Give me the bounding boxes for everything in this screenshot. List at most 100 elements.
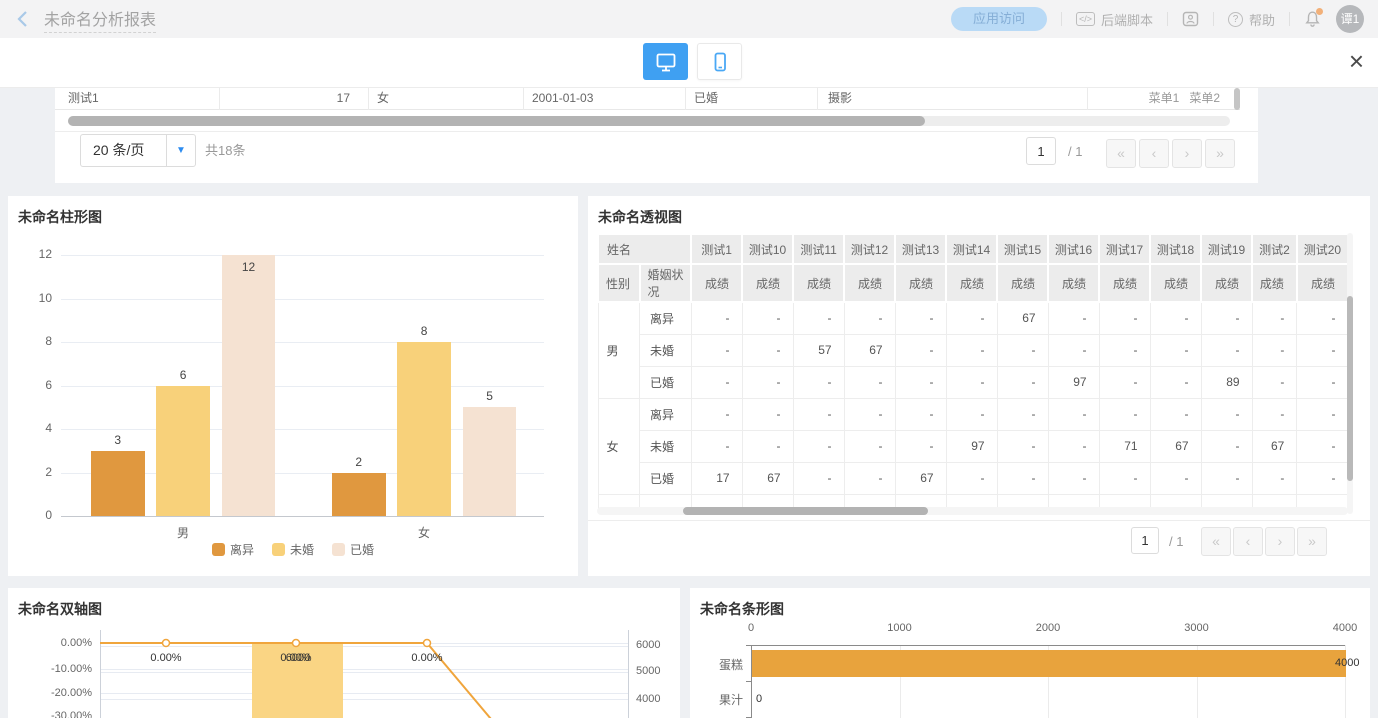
pivot-value-cell: -: [1252, 462, 1297, 494]
bar-value-label: 4000: [1335, 657, 1359, 669]
pivot-column-header: 测试17: [1099, 234, 1150, 264]
page-size-label: 20 条/页: [81, 135, 166, 166]
help-label: 帮助: [1249, 10, 1275, 29]
y-axis-tick-label: 10: [14, 291, 52, 305]
legend-label: 离异: [230, 541, 254, 558]
pivot-value-cell: -: [793, 302, 844, 334]
help-button[interactable]: ? 帮助: [1228, 10, 1275, 29]
pivot-value-cell: -: [946, 462, 997, 494]
pivot-value-cell: -: [742, 366, 793, 398]
page-total-label: / 1: [1169, 534, 1183, 549]
y-axis-tick-label: 2: [14, 465, 52, 479]
mobile-view-button[interactable]: [697, 43, 742, 80]
menu1-link[interactable]: 菜单1: [1149, 88, 1180, 110]
gridline: [61, 386, 544, 387]
pivot-value-cell: -: [895, 302, 946, 334]
divider: [1213, 12, 1214, 26]
vertical-scrollbar-track[interactable]: [1347, 233, 1353, 514]
prev-page-button[interactable]: ‹: [1139, 139, 1169, 168]
bar-未婚-女[interactable]: [397, 342, 451, 516]
pivot-value-cell: -: [1297, 430, 1348, 462]
bar-离异-男[interactable]: [91, 451, 145, 516]
user-avatar[interactable]: 谭1: [1336, 5, 1364, 33]
back-button[interactable]: [14, 9, 30, 29]
legend-item-离异[interactable]: 离异: [212, 541, 254, 558]
app-access-button[interactable]: 应用访问: [951, 7, 1047, 31]
y-axis-tick-label: 4: [14, 421, 52, 435]
horizontal-scrollbar-track[interactable]: [68, 116, 1230, 126]
line-point-label: 0.00%: [411, 652, 442, 664]
line-point-label: 0.00%: [150, 652, 181, 664]
gridline: [61, 342, 544, 343]
table-row[interactable]: 测试1 17 女 2001-01-03 已婚 摄影 菜单1 菜单2: [55, 88, 1240, 110]
pivot-value-cell: 97: [946, 430, 997, 462]
cell-marital-status: 已婚: [686, 88, 818, 110]
notifications-button[interactable]: [1304, 10, 1322, 28]
bar-value-label: 12: [229, 260, 269, 274]
cell-name: 测试1: [55, 88, 220, 110]
bar-已婚-女[interactable]: [463, 407, 517, 516]
bar-value-label: 8: [404, 324, 444, 338]
pivot-value-cell: -: [1099, 398, 1150, 430]
bar-value-label: 0: [756, 693, 762, 705]
topbar: 未命名分析报表 应用访问 </> 后端脚本 ? 帮助: [0, 0, 1378, 38]
report-title[interactable]: 未命名分析报表: [44, 6, 156, 33]
cell-gender: 女: [369, 88, 524, 110]
y-axis-tick: [746, 645, 751, 646]
vertical-scrollbar-thumb[interactable]: [1234, 88, 1240, 110]
page-size-select[interactable]: 20 条/页 ▼: [80, 134, 196, 167]
pivot-value-cell: 67: [1252, 430, 1297, 462]
horizontal-scrollbar-thumb[interactable]: [68, 116, 925, 126]
legend-label: 已婚: [350, 541, 374, 558]
last-page-button[interactable]: »: [1297, 527, 1327, 556]
horizontal-scrollbar-track[interactable]: [597, 507, 1348, 515]
bar-value-label: 3: [98, 433, 138, 447]
bar-蛋糕[interactable]: [752, 650, 1346, 677]
pivot-value-cell: -: [691, 398, 742, 430]
legend-item-已婚[interactable]: 已婚: [332, 541, 374, 558]
pivot-value-cell: -: [691, 302, 742, 334]
bar-已婚-男[interactable]: [222, 255, 276, 516]
prev-page-button[interactable]: ‹: [1233, 527, 1263, 556]
pivot-value-cell: -: [1201, 430, 1252, 462]
line-point[interactable]: [163, 640, 170, 647]
vertical-scrollbar-thumb[interactable]: [1347, 296, 1353, 481]
close-preview-button[interactable]: ×: [1349, 48, 1364, 74]
backend-script-button[interactable]: </> 后端脚本: [1076, 10, 1153, 29]
menu2-link[interactable]: 菜单2: [1189, 88, 1220, 110]
pivot-value-cell: -: [1297, 462, 1348, 494]
page-number-input[interactable]: [1026, 137, 1056, 165]
pivot-measure-header: 成绩: [1201, 264, 1252, 302]
x-axis-line: [751, 645, 1345, 646]
bar-离异-女[interactable]: [332, 473, 386, 517]
first-page-button[interactable]: «: [1201, 527, 1231, 556]
horizontal-scrollbar-thumb[interactable]: [683, 507, 928, 515]
page-number-input[interactable]: [1131, 527, 1159, 554]
last-page-button[interactable]: »: [1205, 139, 1235, 168]
legend-swatch: [332, 543, 345, 556]
legend-item-未婚[interactable]: 未婚: [272, 541, 314, 558]
line-point[interactable]: [293, 640, 300, 647]
bar-value-label: 2: [339, 455, 379, 469]
next-page-button[interactable]: ›: [1172, 139, 1202, 168]
x-axis-category: 男: [143, 524, 223, 541]
pivot-column-header: 测试20: [1297, 234, 1348, 264]
pivot-value-cell: -: [997, 462, 1048, 494]
backend-script-label: 后端脚本: [1101, 10, 1153, 29]
pivot-value-cell: -: [1150, 398, 1201, 430]
cell-hobby: 摄影: [818, 88, 1088, 110]
pivot-value-cell: -: [895, 430, 946, 462]
pivot-value-cell: -: [793, 430, 844, 462]
page-total-label: / 1: [1068, 144, 1082, 159]
next-page-button[interactable]: ›: [1265, 527, 1295, 556]
desktop-view-button[interactable]: [643, 43, 688, 80]
bar-未婚-男[interactable]: [156, 386, 210, 517]
line-point[interactable]: [424, 640, 431, 647]
y-axis-tick-label: 8: [14, 334, 52, 348]
pivot-value-cell: 97: [1048, 366, 1099, 398]
first-page-button[interactable]: «: [1106, 139, 1136, 168]
switch-app-button[interactable]: [1182, 11, 1199, 27]
preview-toolbar: ×: [0, 38, 1378, 88]
x-axis-tick-label: 3000: [1172, 622, 1222, 634]
topbar-left: 未命名分析报表: [14, 6, 156, 33]
